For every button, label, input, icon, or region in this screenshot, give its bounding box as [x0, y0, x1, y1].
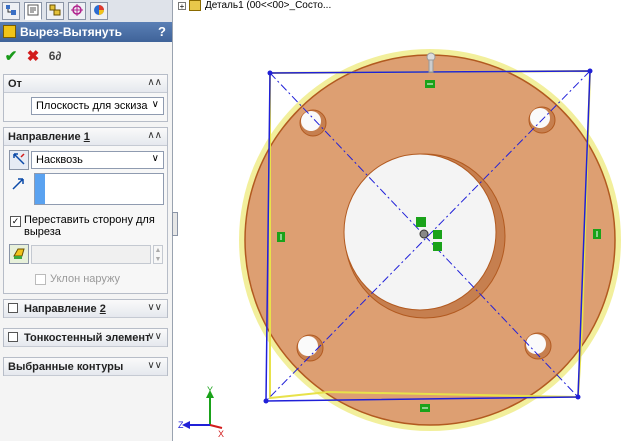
collapse-icon: ∧∧	[147, 77, 162, 88]
selected-contours-group: Выбранные контуры ∨∨	[3, 357, 168, 376]
origin-marker	[419, 229, 429, 239]
active-selection-indicator	[35, 174, 45, 204]
direction2-group: Направление 2 ∨∨	[3, 299, 168, 318]
from-label: От	[8, 78, 22, 90]
configuration-icon	[49, 4, 61, 19]
ok-button[interactable]: ✔	[2, 47, 20, 65]
flip-side-checkbox[interactable]: ✓	[10, 216, 21, 227]
direction2-checkbox[interactable]	[8, 303, 18, 313]
end-condition-select[interactable]: Насквозь ∨	[31, 151, 164, 169]
crosshair-icon	[71, 3, 83, 19]
part-icon	[189, 0, 201, 11]
expand-icon: ∨∨	[147, 331, 162, 342]
from-select-value: Плоскость для эскиза	[36, 100, 148, 112]
property-manager-tab[interactable]	[24, 2, 42, 20]
end-condition-value: Насквозь	[36, 154, 83, 166]
chevron-down-icon: ∨	[151, 153, 159, 164]
property-manager-title-bar: Вырез-Вытянуть ?	[0, 22, 172, 42]
from-group: От ∧∧ Плоскость для эскиза ∨	[3, 74, 168, 122]
property-icon	[27, 4, 39, 19]
collapse-icon: ∧∧	[147, 130, 162, 141]
thin-feature-group: Тонкостенный элемент ∨∨	[3, 328, 168, 347]
cancel-button[interactable]: ✖	[24, 47, 42, 65]
chevron-down-icon: ∨	[151, 99, 159, 110]
thin-feature-label: Тонкостенный элемент	[24, 332, 151, 344]
x-axis-label: X	[218, 429, 224, 439]
from-select[interactable]: Плоскость для эскиза ∨	[31, 97, 164, 115]
direction2-group-header[interactable]: Направление 2 ∨∨	[4, 300, 167, 318]
direction1-group: Направление 1 ∧∧ Насквозь ∨ ✓ Переставит…	[3, 127, 168, 294]
from-group-header[interactable]: От ∧∧	[4, 75, 167, 93]
z-axis-label: Z	[178, 420, 184, 430]
expand-icon: ∨∨	[147, 360, 162, 371]
draft-button[interactable]	[9, 244, 29, 264]
detailed-preview-button[interactable]: 6∂	[46, 47, 64, 65]
selected-contours-label: Выбранные контуры	[8, 361, 124, 373]
dimxpert-tab[interactable]	[68, 2, 86, 20]
view-triad: Y X Z	[178, 384, 228, 441]
display-manager-tab[interactable]	[90, 2, 108, 20]
y-axis-label: Y	[207, 385, 213, 395]
draft-outward-checkbox[interactable]	[35, 274, 46, 285]
feature-tree-icon	[5, 4, 17, 19]
x-axis-arrow	[209, 424, 223, 429]
feature-manager-tab[interactable]	[2, 2, 20, 20]
appearance-icon	[93, 4, 105, 19]
direction2-label: Направление 2	[24, 303, 106, 315]
cut-extrude-icon	[3, 25, 16, 38]
draft-icon	[12, 246, 26, 263]
action-buttons: ✔ ✖ 6∂	[0, 44, 172, 68]
direction1-label: Направление 1	[8, 131, 90, 143]
selected-contours-group-header[interactable]: Выбранные контуры ∨∨	[4, 358, 167, 376]
graphics-area[interactable]	[178, 0, 640, 441]
part-name[interactable]: Деталь1 (00<<00>_Состо...	[205, 0, 331, 11]
model-view	[239, 49, 621, 431]
flip-side-label: Переставить сторону для выреза	[24, 214, 155, 238]
configuration-manager-tab[interactable]	[46, 2, 64, 20]
property-manager-panel: Вырез-Вытянуть ? ✔ ✖ 6∂ От ∧∧ Плоскость …	[0, 0, 173, 441]
reverse-direction-button[interactable]	[9, 150, 29, 170]
direction-arrow-icon	[11, 177, 25, 194]
reverse-direction-icon	[12, 152, 26, 169]
direction1-group-header[interactable]: Направление 1 ∧∧	[4, 128, 167, 146]
draft-angle-field[interactable]	[31, 245, 151, 264]
feature-title: Вырез-Вытянуть	[20, 25, 122, 39]
thin-feature-group-header[interactable]: Тонкостенный элемент ∨∨	[4, 329, 167, 347]
draft-angle-spinner[interactable]: ▲ ▼	[153, 245, 163, 264]
thin-feature-checkbox[interactable]	[8, 332, 18, 342]
manager-tabs	[0, 0, 172, 23]
help-button[interactable]: ?	[158, 24, 166, 39]
direction-selection-box[interactable]	[34, 173, 164, 205]
expand-tree-button[interactable]: +	[178, 2, 186, 11]
draft-outward-label: Уклон наружу	[50, 273, 121, 285]
expand-icon: ∨∨	[147, 302, 162, 313]
